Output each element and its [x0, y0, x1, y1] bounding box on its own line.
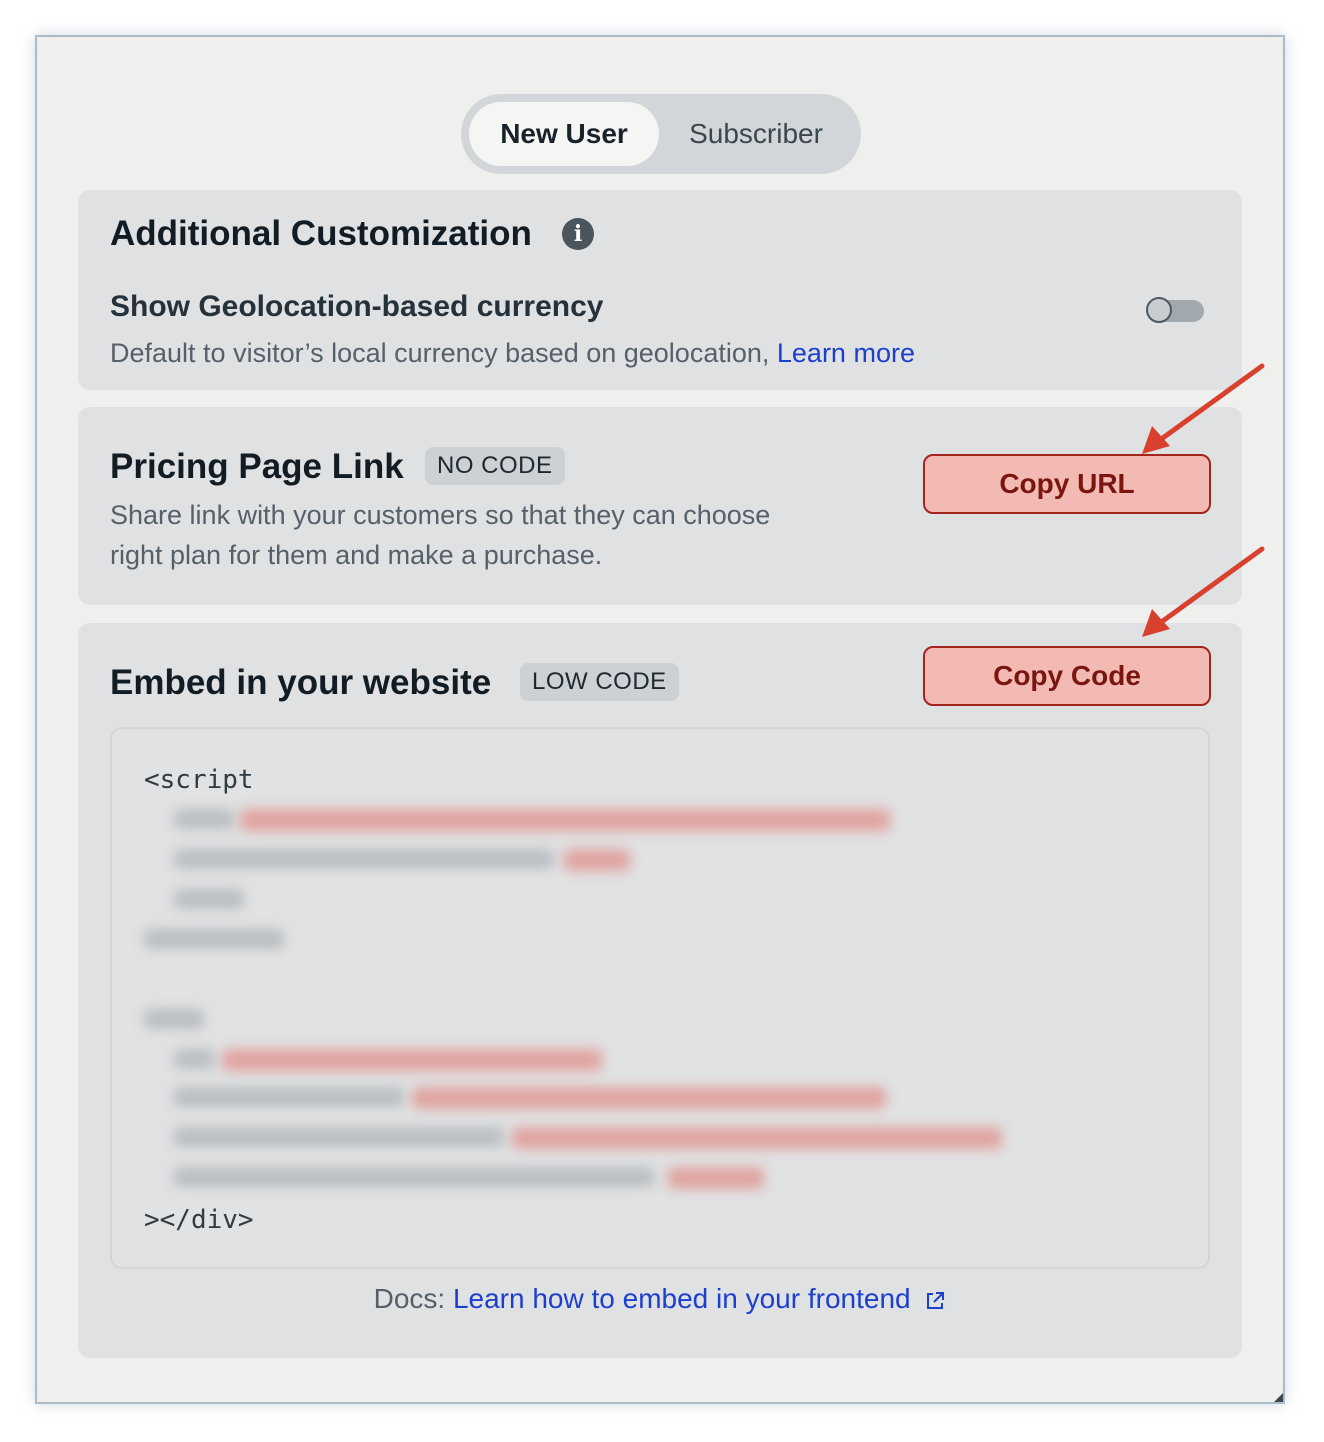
geolocation-setting-description: Default to visitor’s local currency base…: [110, 338, 915, 369]
geolocation-description-text: Default to visitor’s local currency base…: [110, 338, 770, 368]
customization-title: Additional Customization: [110, 214, 532, 253]
copy-code-button[interactable]: Copy Code: [923, 646, 1211, 706]
pricing-link-description-line: right plan for them and make a purchase.: [110, 540, 603, 570]
docs-prefix: Docs:: [373, 1283, 453, 1314]
settings-panel: New User Subscriber Additional Customiza…: [35, 35, 1285, 1404]
copy-url-button[interactable]: Copy URL: [923, 454, 1211, 514]
docs-line: Docs: Learn how to embed in your fronten…: [78, 1283, 1242, 1315]
annotation-arrow-copy-url: [1142, 363, 1265, 454]
pricing-link-description: Share link with your customers so that t…: [110, 495, 770, 575]
learn-more-link[interactable]: Learn more: [777, 338, 915, 368]
resize-grip[interactable]: [1274, 1393, 1283, 1402]
embed-title: Embed in your website: [110, 663, 492, 702]
tab-subscriber[interactable]: Subscriber: [659, 102, 853, 166]
low-code-badge: LOW CODE: [520, 663, 679, 701]
pricing-link-title: Pricing Page Link: [110, 447, 404, 486]
code-line-div-close: ></div>: [144, 1205, 254, 1235]
embed-docs-link[interactable]: Learn how to embed in your frontend: [453, 1283, 911, 1314]
no-code-badge: NO CODE: [425, 447, 565, 485]
annotation-arrow-copy-code: [1142, 546, 1265, 637]
user-type-segmented-control: New User Subscriber: [461, 94, 861, 174]
geolocation-currency-toggle[interactable]: [1146, 297, 1204, 323]
embed-card: Embed in your website LOW CODE Copy Code…: [78, 623, 1242, 1358]
external-link-icon[interactable]: [924, 1290, 946, 1312]
customization-card: Additional Customization i Show Geolocat…: [78, 190, 1242, 390]
geolocation-setting-title: Show Geolocation-based currency: [110, 290, 604, 323]
code-line-script-open: <script: [144, 765, 254, 795]
embed-code-block[interactable]: <script ></div>: [110, 727, 1210, 1269]
tab-new-user[interactable]: New User: [469, 102, 659, 166]
info-icon[interactable]: i: [562, 218, 594, 250]
pricing-link-description-line: Share link with your customers so that t…: [110, 500, 771, 530]
pricing-link-card: Pricing Page Link NO CODE Share link wit…: [78, 407, 1242, 605]
toggle-knob: [1146, 297, 1172, 323]
